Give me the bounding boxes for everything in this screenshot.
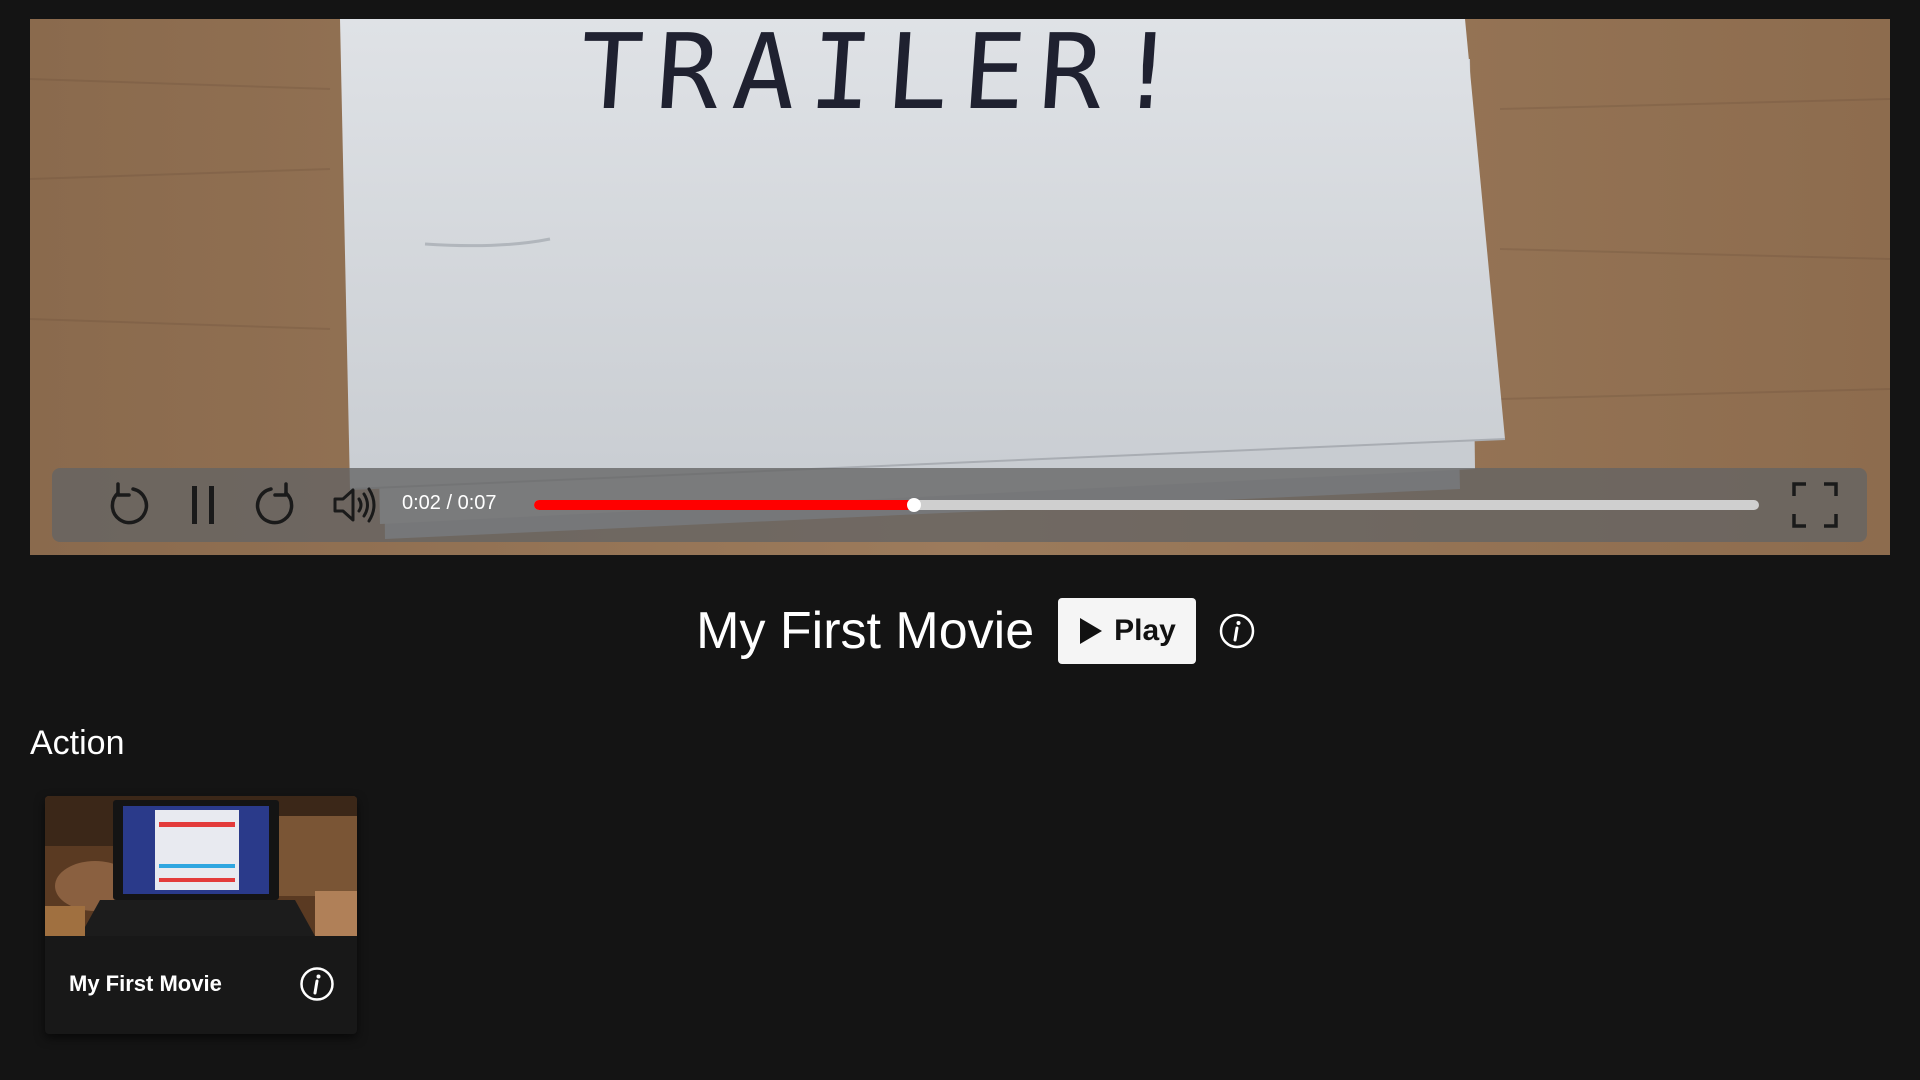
forward-button[interactable] bbox=[250, 478, 304, 532]
volume-button[interactable] bbox=[328, 478, 382, 532]
fullscreen-icon bbox=[1792, 482, 1838, 528]
volume-icon bbox=[333, 487, 376, 523]
video-controls-bar: 0:02 / 0:07 bbox=[52, 468, 1867, 542]
play-button-label: Play bbox=[1114, 614, 1176, 647]
handwritten-trailer-text: TRAILER! bbox=[575, 19, 1198, 133]
video-player[interactable]: TRAILER! 0:02 / 0:07 bbox=[30, 19, 1890, 555]
pause-button[interactable] bbox=[176, 478, 230, 532]
fullscreen-button[interactable] bbox=[1788, 478, 1842, 532]
category-heading: Action bbox=[30, 724, 125, 762]
rotate-ccw-icon bbox=[110, 482, 149, 525]
play-icon bbox=[1078, 617, 1104, 645]
progress-fill bbox=[534, 500, 914, 510]
progress-bar[interactable] bbox=[534, 498, 1759, 512]
hero-info-button[interactable] bbox=[1218, 612, 1256, 650]
hero-title-row: My First Movie Play bbox=[0, 596, 1920, 666]
movie-card-info-button[interactable] bbox=[299, 966, 335, 1002]
info-icon bbox=[300, 967, 334, 1001]
play-button[interactable]: Play bbox=[1058, 598, 1196, 664]
info-icon bbox=[1219, 613, 1255, 649]
progress-knob[interactable] bbox=[906, 498, 921, 512]
rewind-button[interactable] bbox=[100, 478, 154, 532]
time-display: 0:02 / 0:07 bbox=[402, 492, 497, 514]
movie-thumbnail bbox=[45, 796, 357, 936]
movie-card[interactable]: My First Movie bbox=[45, 796, 357, 1034]
movie-card-title: My First Movie bbox=[69, 971, 222, 996]
rotate-cw-icon bbox=[255, 482, 294, 525]
pause-icon bbox=[192, 486, 214, 524]
hero-title: My First Movie bbox=[696, 602, 1035, 660]
